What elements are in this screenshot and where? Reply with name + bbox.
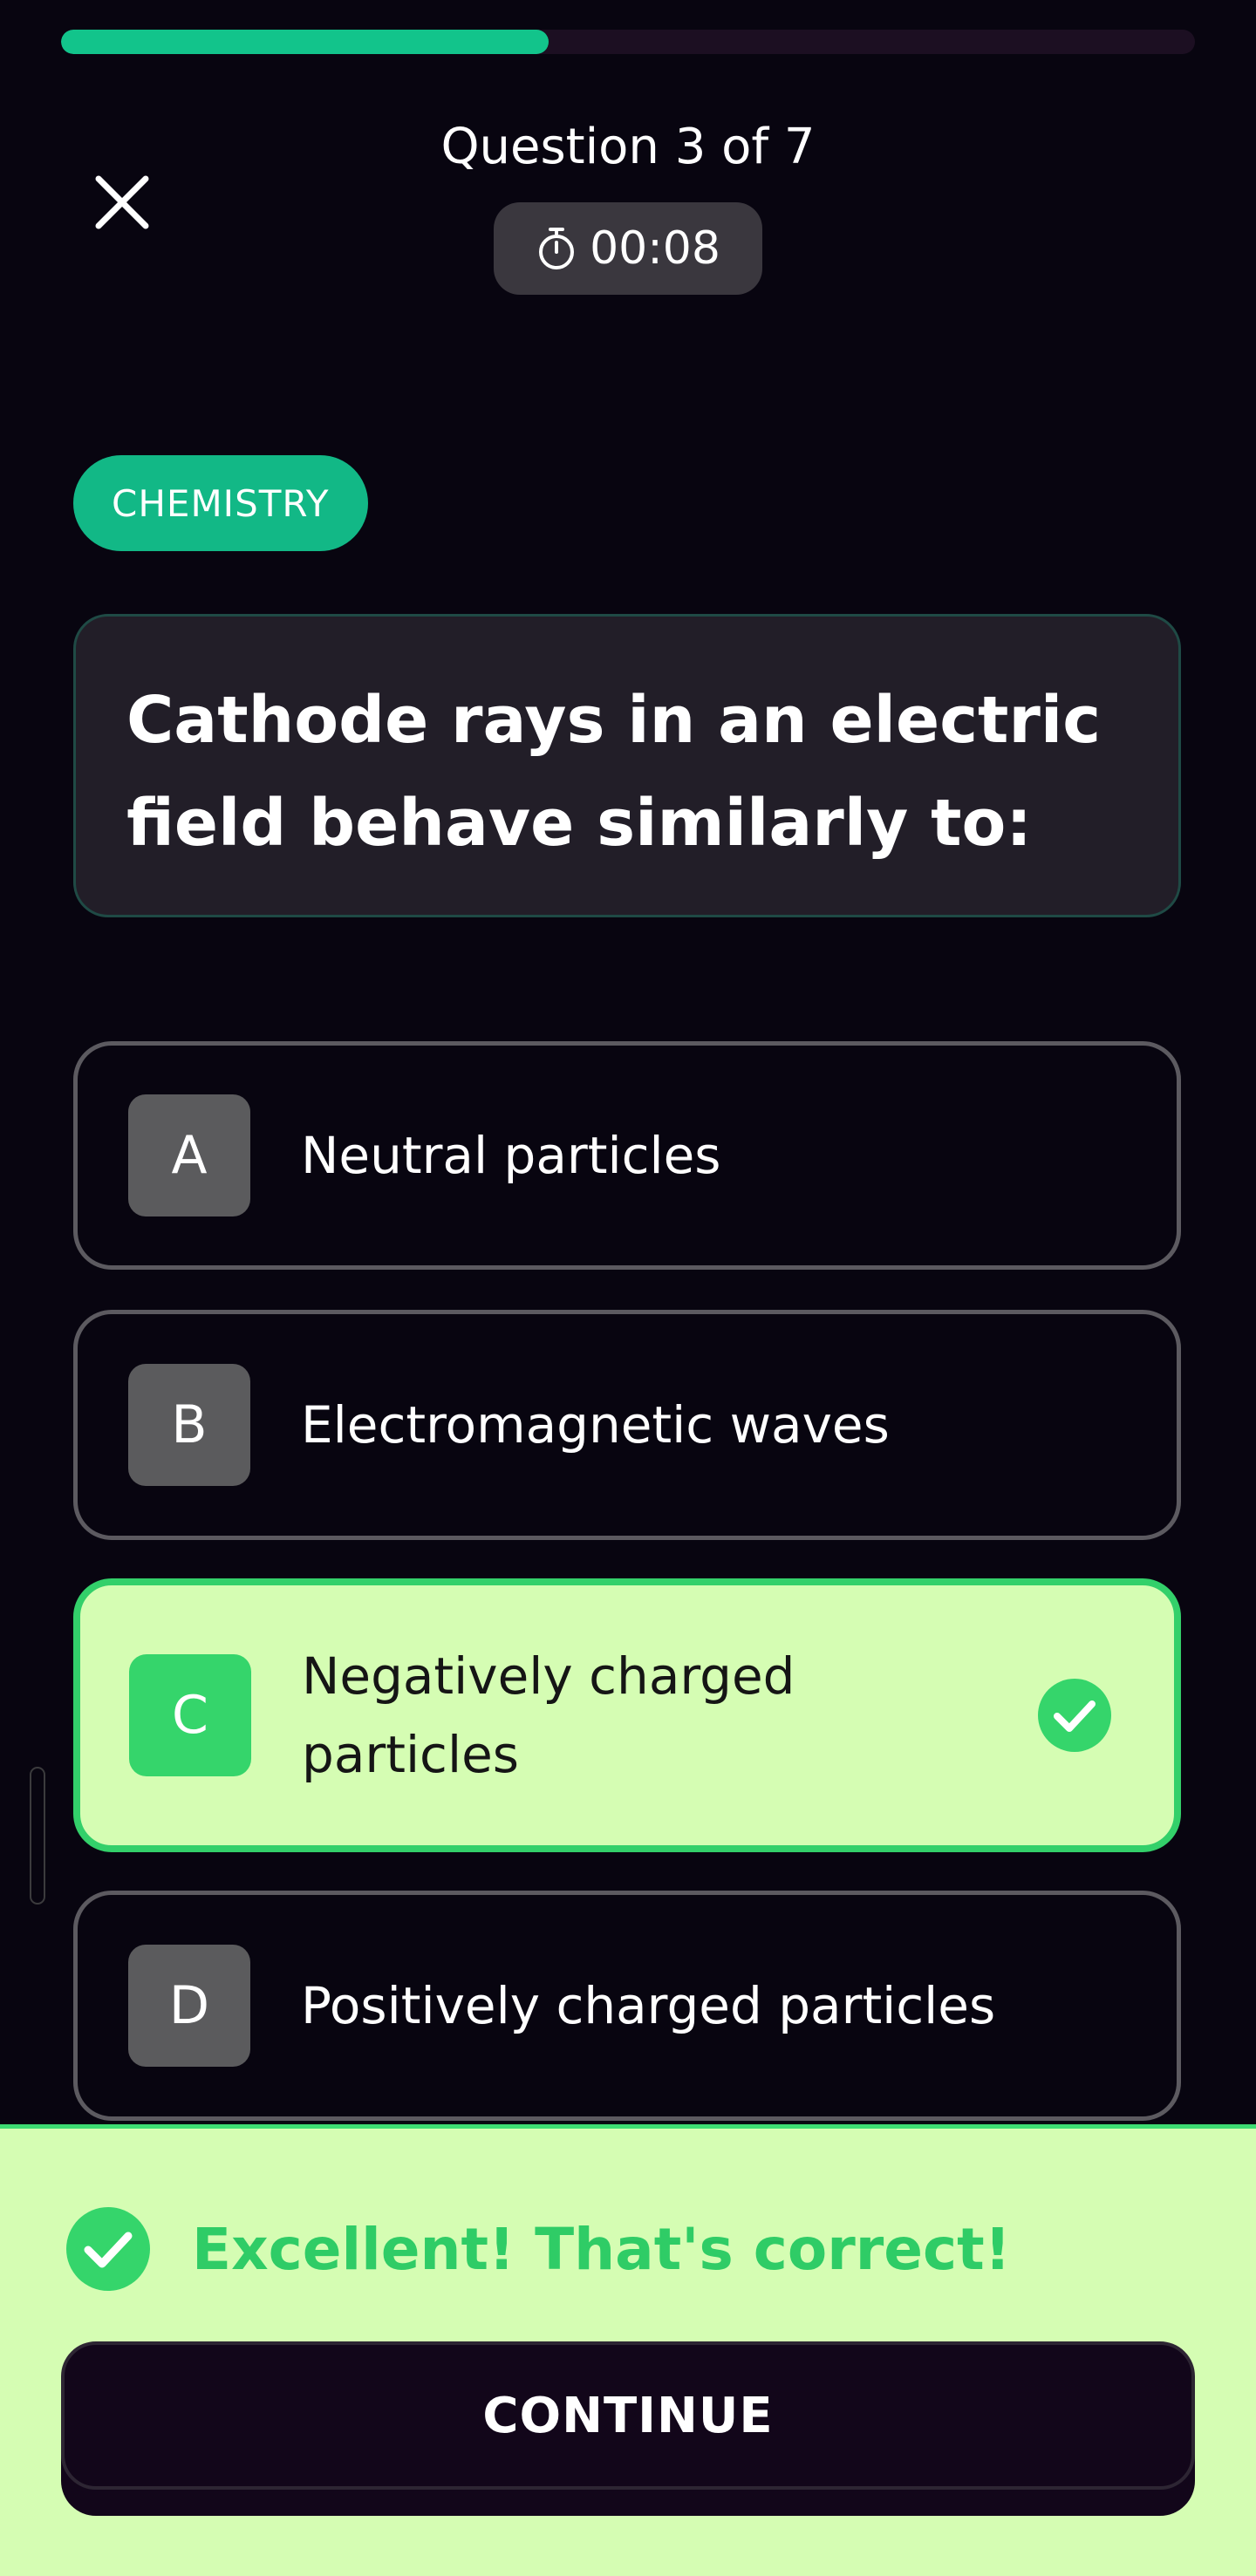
feedback-message: Excellent! That's correct! xyxy=(192,2215,1011,2283)
option-text: Electromagnetic waves xyxy=(301,1395,890,1455)
quiz-screen: Question 3 of 7 00:08 CHEMISTRY Cathode … xyxy=(0,0,1256,2576)
check-circle-icon xyxy=(1038,1679,1111,1752)
option-letter: A xyxy=(128,1094,250,1216)
option-letter: B xyxy=(128,1364,250,1486)
option-letter: D xyxy=(128,1945,250,2067)
question-counter: Question 3 of 7 xyxy=(440,119,816,175)
progress-bar xyxy=(61,30,1195,54)
option-letter: C xyxy=(129,1654,251,1776)
timer-badge: 00:08 xyxy=(494,202,762,295)
timer-text: 00:08 xyxy=(590,222,720,275)
close-icon xyxy=(95,175,149,229)
option-d[interactable]: D Positively charged particles xyxy=(73,1891,1181,2121)
category-badge: CHEMISTRY xyxy=(73,455,368,551)
check-circle-icon xyxy=(66,2207,150,2291)
option-text: Positively charged particles xyxy=(301,1976,996,2035)
close-button[interactable] xyxy=(87,167,157,237)
progress-bar-fill xyxy=(61,30,549,54)
option-text: Negatively charged particles xyxy=(302,1646,795,1784)
question-card: Cathode rays in an electric field behave… xyxy=(73,614,1181,917)
option-b[interactable]: B Electromagnetic waves xyxy=(73,1310,1181,1540)
option-c[interactable]: C Negatively charged particles xyxy=(73,1578,1181,1852)
feedback-panel: Excellent! That's correct! CONTINUE xyxy=(0,2124,1256,2576)
question-text: Cathode rays in an electric field behave… xyxy=(126,683,1102,861)
continue-button[interactable]: CONTINUE xyxy=(61,2341,1195,2490)
feedback-message-row: Excellent! That's correct! xyxy=(66,2207,1011,2291)
option-text: Neutral particles xyxy=(301,1126,721,1185)
stopwatch-icon xyxy=(539,228,575,269)
scroll-indicator[interactable] xyxy=(30,1767,45,1905)
option-a[interactable]: A Neutral particles xyxy=(73,1041,1181,1270)
